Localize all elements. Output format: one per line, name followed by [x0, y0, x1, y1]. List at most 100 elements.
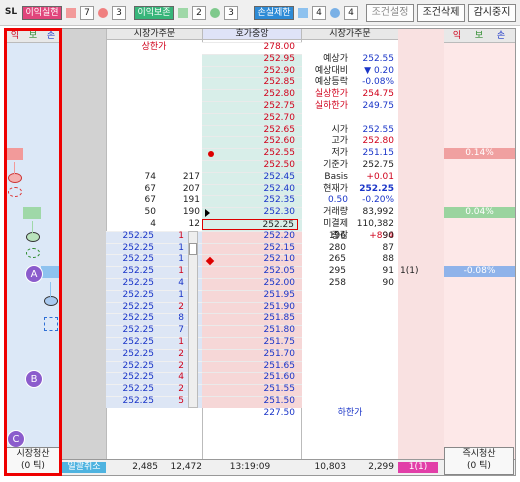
price-cell[interactable]: 252.50: [202, 160, 298, 171]
order-qty[interactable]: 1: [158, 243, 184, 254]
order-qty[interactable]: 1: [158, 337, 184, 348]
price-cell[interactable]: 252.90: [202, 66, 298, 77]
current-change: 0.50: [327, 195, 348, 206]
info-label: 예상가: [323, 53, 348, 64]
order-qty[interactable]: 4: [158, 372, 184, 383]
condition-setting-button[interactable]: 조건설정: [366, 4, 414, 22]
price-cell[interactable]: 252.95: [202, 54, 298, 65]
price-cell[interactable]: 252.20: [202, 231, 298, 242]
price-cell[interactable]: 251.60: [202, 372, 298, 383]
order-qty[interactable]: 2: [158, 302, 184, 313]
price-cell[interactable]: 278.00: [202, 42, 298, 53]
price-cell[interactable]: 251.90: [202, 302, 298, 313]
price-cell[interactable]: 252.10: [202, 254, 298, 265]
price-cell[interactable]: 251.70: [202, 349, 298, 360]
price-cell[interactable]: 252.65: [202, 125, 298, 136]
price-cell[interactable]: 252.15: [202, 243, 298, 254]
bid-extra: 1(1): [400, 266, 419, 277]
order-qty[interactable]: 1: [158, 231, 184, 242]
loss-limit-tag[interactable]: 손실제한: [254, 6, 294, 20]
price-cell[interactable]: 252.85: [202, 77, 298, 88]
price-cell[interactable]: 252.80: [202, 89, 298, 100]
info-value: ▼ 0.20: [364, 65, 394, 76]
price-cell[interactable]: 251.50: [202, 396, 298, 407]
loss-limit-count[interactable]: 4: [344, 6, 358, 20]
sum-count-left: 2,485: [132, 462, 158, 472]
order-price[interactable]: 252.25: [106, 384, 155, 395]
info-value: 252.25: [359, 183, 394, 194]
order-price[interactable]: 252.25: [106, 302, 155, 313]
profit-stop-count[interactable]: 3: [112, 6, 126, 20]
price-cell[interactable]: 252.05: [202, 266, 298, 277]
profit-keep-ticks[interactable]: 2: [192, 6, 206, 20]
order-scrollbar-thumb[interactable]: [189, 242, 197, 255]
order-price[interactable]: 252.25: [106, 254, 155, 265]
profit-stop-ticks[interactable]: 7: [80, 6, 94, 20]
right-stop-panel[interactable]: 익 보 손: [444, 29, 515, 475]
market-order-right-header: 시장가주문: [302, 29, 398, 40]
order-price[interactable]: 252.25: [106, 278, 155, 289]
ask-qty: 12: [188, 219, 200, 229]
order-scrollbar[interactable]: [188, 230, 198, 408]
profit-keep-count[interactable]: 3: [224, 6, 238, 20]
price-cell[interactable]: 252.25: [202, 219, 298, 230]
order-qty[interactable]: 4: [158, 278, 184, 289]
info-label: 고가: [331, 136, 348, 147]
price-cell[interactable]: 252.75: [202, 101, 298, 112]
price-cell[interactable]: 251.75: [202, 337, 298, 348]
price-cell[interactable]: 251.65: [202, 361, 298, 372]
order-price[interactable]: 252.25: [106, 337, 155, 348]
price-cell[interactable]: 252.00: [202, 278, 298, 289]
bid-qty: 258: [328, 278, 346, 288]
order-qty[interactable]: 5: [158, 396, 184, 407]
price-cell[interactable]: 227.50: [202, 408, 298, 419]
info-value: -0.20%: [362, 195, 394, 206]
price-cell[interactable]: 251.85: [202, 313, 298, 324]
order-price[interactable]: 252.25: [106, 325, 155, 336]
order-qty[interactable]: 2: [158, 349, 184, 360]
price-cell[interactable]: 252.45: [202, 172, 298, 183]
info-value: [350, 113, 394, 124]
center-header: 호가중앙: [203, 29, 301, 40]
info-label: 시가: [331, 124, 348, 135]
order-qty[interactable]: 8: [158, 313, 184, 324]
order-price[interactable]: 252.25: [106, 372, 155, 383]
order-price[interactable]: 252.25: [106, 231, 155, 242]
order-price[interactable]: 252.25: [106, 266, 155, 277]
price-cell[interactable]: 252.55: [202, 148, 298, 159]
price-cell[interactable]: 252.40: [202, 184, 298, 195]
price-cell[interactable]: 252.30: [202, 207, 298, 218]
pct-label: 0.04%: [444, 207, 515, 219]
loss-limit-ticks[interactable]: 4: [312, 6, 326, 20]
price-cell[interactable]: 251.80: [202, 325, 298, 336]
order-qty[interactable]: 7: [158, 325, 184, 336]
price-cell[interactable]: 252.35: [202, 195, 298, 206]
order-price[interactable]: 252.25: [106, 313, 155, 324]
order-qty[interactable]: 2: [158, 361, 184, 372]
price-cell[interactable]: 252.70: [202, 113, 298, 124]
price-cell[interactable]: 252.60: [202, 136, 298, 147]
right-header-loss: 손: [496, 31, 506, 41]
immediate-clear-button[interactable]: 즉시청산 (0 틱): [444, 447, 514, 475]
order-qty[interactable]: 1: [158, 266, 184, 277]
order-price[interactable]: 252.25: [106, 349, 155, 360]
order-price[interactable]: 252.25: [106, 290, 155, 301]
monitor-stop-button[interactable]: 감시중지: [468, 4, 516, 22]
order-qty[interactable]: 1: [158, 254, 184, 265]
order-price[interactable]: 252.25: [106, 243, 155, 254]
order-qty[interactable]: 2: [158, 384, 184, 395]
price-cell[interactable]: 251.55: [202, 384, 298, 395]
price-cell[interactable]: 251.95: [202, 290, 298, 301]
cancel-all-button[interactable]: 일괄취소: [62, 462, 106, 473]
order-price[interactable]: 252.25: [106, 396, 155, 407]
info-label: [302, 113, 348, 124]
profit-stop-tag[interactable]: 이익실현: [22, 6, 62, 20]
order-price[interactable]: 252.25: [106, 361, 155, 372]
info-value: 252.55: [362, 124, 395, 135]
profit-keep-tag[interactable]: 이익보존: [134, 6, 174, 20]
condition-delete-button[interactable]: 조건삭제: [417, 4, 465, 22]
ask-count: 74: [144, 171, 156, 182]
sum-qty-right: 10,803: [314, 462, 347, 472]
order-qty[interactable]: 1: [158, 290, 184, 301]
triangle-arrow-icon: [205, 209, 210, 218]
